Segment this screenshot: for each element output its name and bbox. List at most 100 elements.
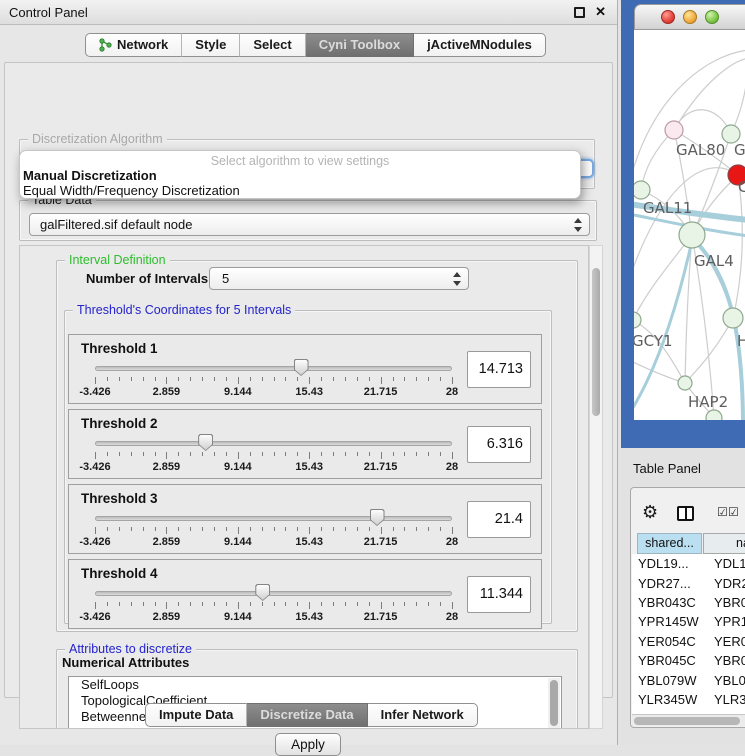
slider-tick xyxy=(297,452,298,456)
slider-tick xyxy=(131,527,132,531)
column-layout-icon[interactable] xyxy=(677,506,694,521)
zoom-traffic-light-icon[interactable] xyxy=(705,10,719,24)
network-node-node-right[interactable] xyxy=(723,308,743,328)
threshold-value-field[interactable]: 6.316 xyxy=(467,426,531,463)
table-data-combobox[interactable]: galFiltered.sif default node xyxy=(29,213,590,236)
checkbox-icon[interactable]: ☑ xyxy=(717,505,728,519)
network-node-gal11[interactable] xyxy=(634,181,650,199)
slider-tick xyxy=(190,527,191,531)
slider-tick xyxy=(262,452,263,456)
slider-track[interactable] xyxy=(95,366,452,371)
slider-track[interactable] xyxy=(95,516,452,521)
slider-tick-label: 2.859 xyxy=(141,611,191,623)
tab-style[interactable]: Style xyxy=(182,33,240,57)
slider-tick xyxy=(238,527,239,534)
cell-name: YPR1 xyxy=(704,614,745,629)
tab-label: jActiveMNodules xyxy=(427,37,532,52)
scrollbar-thumb[interactable] xyxy=(550,680,558,726)
slider-tick xyxy=(321,452,322,456)
slider-tick xyxy=(333,602,334,606)
close-icon[interactable]: ✕ xyxy=(595,4,606,20)
threshold-value-field[interactable]: 21.4 xyxy=(467,501,531,538)
slider-thumb[interactable] xyxy=(370,509,385,526)
slider-tick xyxy=(166,602,167,609)
slider-thumb[interactable] xyxy=(294,359,309,376)
undock-icon[interactable] xyxy=(574,7,585,18)
slider-tick xyxy=(178,377,179,381)
algorithm-option-equal-width-frequency-discretization[interactable]: Equal Width/Frequency Discretization xyxy=(20,183,580,198)
slider-track[interactable] xyxy=(95,591,452,596)
network-view-canvas[interactable]: GAL80GACGAL11GAL4GCY1HHAP2 xyxy=(634,30,745,420)
threshold-value-field[interactable]: 11.344 xyxy=(467,576,531,613)
network-node-hap2[interactable] xyxy=(678,376,692,390)
cell-shared-name: YDR27... xyxy=(632,576,704,591)
tab-network[interactable]: Network xyxy=(85,33,182,57)
slider-tick xyxy=(190,377,191,381)
slider-tick xyxy=(452,377,453,384)
slider-tick xyxy=(297,602,298,606)
slider-tick xyxy=(345,377,346,381)
attributes-list-scrollbar[interactable] xyxy=(548,678,560,729)
slider-tick xyxy=(95,527,96,534)
close-traffic-light-icon[interactable] xyxy=(661,10,675,24)
threshold-box-4: Threshold 4-3.4262.8599.14415.4321.71528… xyxy=(68,559,542,629)
table-row[interactable]: YER054CYER0 xyxy=(632,632,745,651)
slider-tick xyxy=(95,452,96,459)
slider-tick xyxy=(190,452,191,456)
slider-tick xyxy=(321,527,322,531)
column-header-name[interactable]: na xyxy=(703,533,745,554)
tab-impute-data[interactable]: Impute Data xyxy=(145,703,247,727)
table-horizontal-scrollbar[interactable] xyxy=(632,714,745,726)
list-item-selfloops[interactable]: SelfLoops xyxy=(69,677,561,693)
tab-select[interactable]: Select xyxy=(240,33,305,57)
slider-track[interactable] xyxy=(95,441,452,446)
slider-tick xyxy=(107,452,108,456)
slider-tick xyxy=(262,602,263,606)
scrollbar-thumb[interactable] xyxy=(634,717,740,725)
algorithm-option-manual-discretization[interactable]: Manual Discretization xyxy=(20,168,580,183)
threshold-value-field[interactable]: 14.713 xyxy=(467,351,531,388)
slider-thumb[interactable] xyxy=(198,434,213,451)
threshold-box-3: Threshold 3-3.4262.8599.14415.4321.71528… xyxy=(68,484,542,554)
tab-infer-network[interactable]: Infer Network xyxy=(368,703,478,727)
settings-vertical-scrollbar[interactable] xyxy=(589,245,603,729)
number-of-intervals-combobox[interactable]: 5 xyxy=(209,267,469,290)
minimize-traffic-light-icon[interactable] xyxy=(683,10,697,24)
table-row[interactable]: YDR27...YDR2 xyxy=(632,573,745,592)
network-node-gal80[interactable] xyxy=(665,121,683,139)
tab-jactivemnodules[interactable]: jActiveMNodules xyxy=(414,33,546,57)
network-node-node-bottom[interactable] xyxy=(706,410,722,420)
slider-tick xyxy=(166,527,167,534)
slider-tick xyxy=(166,377,167,384)
table-row[interactable]: YBL079WYBL0 xyxy=(632,670,745,689)
cell-shared-name: YBR043C xyxy=(632,595,704,610)
table-row[interactable]: YDL19...YDL1 xyxy=(632,554,745,573)
table-row[interactable]: YLR345WYLR3 xyxy=(632,690,745,709)
threshold-box-2: Threshold 2-3.4262.8599.14415.4321.71528… xyxy=(68,409,542,479)
network-node-gal4[interactable] xyxy=(679,222,705,248)
gear-icon[interactable]: ⚙ xyxy=(642,502,658,523)
cyni-toolbox-panel: Discretization Algorithm Select algorith… xyxy=(4,62,613,698)
slider-tick xyxy=(369,377,370,381)
column-header-shared-name[interactable]: shared... xyxy=(637,533,702,554)
slider-tick xyxy=(285,377,286,381)
slider-tick xyxy=(274,377,275,381)
slider-thumb[interactable] xyxy=(255,584,270,601)
table-row[interactable]: YBR043CYBR0 xyxy=(632,593,745,612)
interval-definition-title: Interval Definition xyxy=(65,253,170,267)
network-node-gcy1[interactable] xyxy=(634,312,641,328)
slider-tick xyxy=(393,602,394,606)
tab-cyni-toolbox[interactable]: Cyni Toolbox xyxy=(306,33,414,57)
slider-tick xyxy=(107,602,108,606)
table-row[interactable]: YBR045CYBR0 xyxy=(632,651,745,670)
slider-tick xyxy=(155,527,156,531)
checkbox-icon[interactable]: ☑ xyxy=(728,505,739,519)
tab-discretize-data[interactable]: Discretize Data xyxy=(247,703,367,727)
thresholds-section-title: Threshold's Coordinates for 5 Intervals xyxy=(73,303,295,317)
scrollbar-thumb[interactable] xyxy=(592,268,600,416)
slider-tick xyxy=(131,602,132,606)
slider-tick-label: -3.426 xyxy=(70,461,120,473)
slider-tick-label: 2.859 xyxy=(141,536,191,548)
slider-tick xyxy=(321,377,322,381)
table-row[interactable]: YPR145WYPR1 xyxy=(632,612,745,631)
